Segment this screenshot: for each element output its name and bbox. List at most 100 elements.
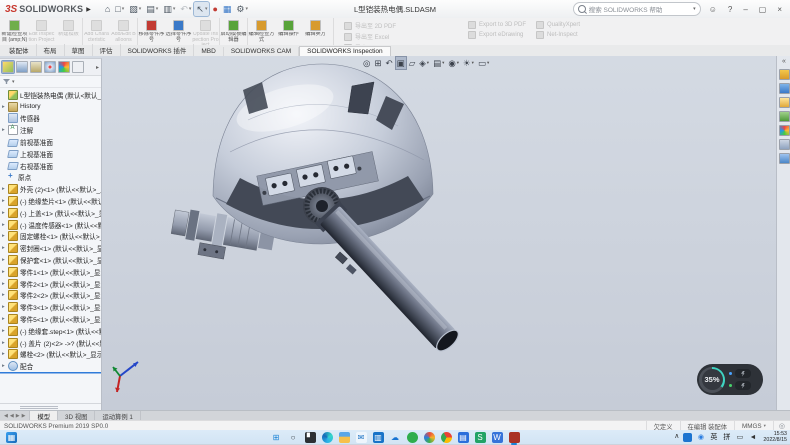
- taskbar-icon[interactable]: W: [492, 432, 503, 443]
- panel-tab[interactable]: [30, 61, 42, 73]
- headsup-tool[interactable]: ⊞ ▾: [373, 57, 382, 69]
- ribbon-button[interactable]: 启动模板编辑器: [220, 18, 248, 45]
- ribbon-button[interactable]: Add Characteristic: [83, 18, 110, 45]
- tree-item[interactable]: ▸ 配合: [0, 360, 101, 372]
- quick-access-button[interactable]: ⌂▾: [103, 2, 112, 16]
- quick-access-button[interactable]: □▾: [113, 2, 126, 16]
- panel-tab[interactable]: [72, 61, 84, 73]
- ribbon-tab[interactable]: 评估: [93, 44, 121, 56]
- taskbar-icon[interactable]: ☁: [390, 432, 401, 443]
- tray-icon[interactable]: ◉: [696, 433, 705, 442]
- headsup-tool[interactable]: ◈ ▾: [418, 57, 430, 69]
- collapse-chevron-icon[interactable]: «: [782, 58, 786, 66]
- tree-item[interactable]: ▸ 注解: [0, 124, 101, 136]
- login-user-icon[interactable]: ☺: [706, 5, 720, 14]
- tree-item[interactable]: ▸ (-) 绝缘垫片<1> (默认<<默认>_显: [0, 195, 101, 207]
- quick-access-button[interactable]: ↶▾: [178, 2, 193, 16]
- ribbon-button[interactable]: Edit Inspection Project: [28, 18, 55, 45]
- taskbar-clock[interactable]: 15:53 2022/8/15: [761, 431, 787, 443]
- tree-item[interactable]: ▸ 前视基准面: [0, 136, 101, 148]
- tab-scroll-arrow[interactable]: ◀: [10, 413, 14, 419]
- quick-access-button[interactable]: ▦▾: [221, 2, 234, 16]
- panel-tab[interactable]: [44, 61, 56, 73]
- tree-item[interactable]: ▸ 螺栓<2> (默认<<默认>_显示状态: [0, 349, 101, 361]
- battery-sub-button[interactable]: [735, 369, 751, 378]
- chevron-down-icon[interactable]: ▾: [764, 423, 766, 429]
- minimize-button[interactable]: –: [740, 5, 750, 14]
- help-button[interactable]: ?: [725, 5, 735, 14]
- quick-access-button[interactable]: ↖▾: [194, 2, 209, 16]
- ribbon-tab[interactable]: 草图: [65, 44, 93, 56]
- ribbon-button[interactable]: 编辑操作: [275, 18, 302, 45]
- export-item[interactable]: Export eDrawing: [468, 31, 526, 39]
- panel-tab[interactable]: [16, 61, 28, 73]
- quick-access-button[interactable]: ●▾: [210, 2, 219, 16]
- search-input[interactable]: 搜索 SOLIDWORKS 帮助 ▾: [573, 2, 701, 16]
- ribbon-tab[interactable]: 装配体: [2, 44, 37, 56]
- graphics-viewport[interactable]: ◎ ▾ ⊞ ▾ ↶ ▾ ▣ ▾ ▱ ▾ ◈ ▾ ▤ ▾ ◉ ▾ ☀ ▾ ▭ ▾: [0, 56, 790, 410]
- menu-flyout-icon[interactable]: ▶: [86, 6, 91, 13]
- panel-tab[interactable]: [58, 61, 70, 73]
- mouse-battery-widget[interactable]: 35%: [697, 364, 763, 395]
- tree-item[interactable]: ▸ 保护套<1> (默认<<默认>_显示状: [0, 254, 101, 266]
- headsup-tool[interactable]: ▣ ▾: [396, 57, 406, 69]
- task-pane-icon[interactable]: [779, 153, 790, 164]
- tree-root-item[interactable]: ▸ L型铠装热电偶 (默认<默认_显示状态-1: [0, 89, 101, 101]
- headsup-tool[interactable]: ◎ ▾: [362, 57, 371, 69]
- tray-chevron-icon[interactable]: ∧: [674, 430, 679, 444]
- chevron-down-icon[interactable]: ▾: [427, 60, 429, 66]
- task-pane-icon[interactable]: [779, 111, 790, 122]
- tree-item[interactable]: ▸ 零件3<1> (默认<<默认>_显示状态: [0, 301, 101, 313]
- ribbon-button[interactable]: 选择零件序号: [165, 18, 192, 45]
- ribbon-tab[interactable]: SOLIDWORKS 插件: [121, 44, 195, 56]
- tree-item[interactable]: ▸ 外壳 (2)<1> (默认<<默认>_显示状: [0, 183, 101, 195]
- task-pane-icon[interactable]: [779, 139, 790, 150]
- tree-item[interactable]: ▸ 原点: [0, 172, 101, 184]
- chevron-down-icon[interactable]: ▾: [442, 60, 444, 66]
- taskbar-icon[interactable]: [441, 432, 452, 443]
- export-item[interactable]: Export to 3D PDF: [468, 21, 526, 29]
- tree-item[interactable]: ▸ 零件2<2> (默认<<默认>_显示状态: [0, 290, 101, 302]
- task-pane-icon[interactable]: [779, 83, 790, 94]
- widgets-icon[interactable]: ▦: [6, 432, 17, 443]
- export-item[interactable]: 导出至 2D PDF: [344, 21, 458, 30]
- taskbar-icon[interactable]: S: [475, 432, 486, 443]
- ribbon-button[interactable]: 新建模板: [55, 18, 83, 45]
- headsup-tool[interactable]: ☀ ▾: [462, 57, 475, 69]
- tree-item[interactable]: ▸ 密封圈<1> (默认<<默认>_显示状: [0, 242, 101, 254]
- close-button[interactable]: ×: [774, 5, 785, 14]
- tree-item[interactable]: ▸ 传感器: [0, 113, 101, 125]
- chevron-down-icon[interactable]: ▾: [472, 60, 474, 66]
- ribbon-tab[interactable]: SOLIDWORKS Inspection: [299, 46, 391, 56]
- export-item[interactable]: QualityXpert: [536, 21, 580, 29]
- maximize-button[interactable]: ▢: [756, 5, 770, 14]
- ribbon-button[interactable]: Add/Edit Balloons: [110, 18, 138, 45]
- tab-scroll-arrow[interactable]: ◀: [4, 413, 8, 419]
- taskbar-icon[interactable]: ✉: [356, 432, 367, 443]
- task-pane-icon[interactable]: [779, 97, 790, 108]
- tree-item[interactable]: ▸ History: [0, 101, 101, 113]
- battery-sub-button[interactable]: [735, 381, 751, 390]
- task-pane-icon[interactable]: [779, 69, 790, 80]
- headsup-tool[interactable]: ◉ ▾: [447, 57, 460, 69]
- tree-item[interactable]: ▸ 固定螺栓<1> (默认<<默认>_显示: [0, 231, 101, 243]
- task-pane-icon[interactable]: [779, 125, 790, 136]
- tab-scroll-arrow[interactable]: ▶: [16, 413, 20, 419]
- taskbar-icon[interactable]: [509, 432, 520, 443]
- tray-icon[interactable]: ◄: [748, 433, 757, 442]
- headsup-tool[interactable]: ▤ ▾: [432, 57, 445, 69]
- chevron-down-icon[interactable]: ▾: [487, 60, 489, 66]
- tree-item[interactable]: ▸ (-) 盖片 (2)<2> ->? (默认<<默认>: [0, 337, 101, 349]
- headsup-tool[interactable]: ▱ ▾: [408, 57, 417, 69]
- taskbar-icon[interactable]: ▤: [458, 432, 469, 443]
- panel-tab[interactable]: [2, 61, 14, 73]
- quick-access-button[interactable]: ▧▾: [127, 2, 143, 16]
- tray-icon[interactable]: [683, 433, 692, 442]
- tray-icon[interactable]: 拼: [722, 433, 731, 442]
- ribbon-button[interactable]: Update Inspection Project: [192, 18, 220, 45]
- tray-icon[interactable]: 英: [709, 433, 718, 442]
- quick-access-button[interactable]: ⚙▾: [234, 2, 250, 16]
- ribbon-tab[interactable]: 布局: [37, 44, 65, 56]
- ribbon-button[interactable]: 新建检查项目 (amp;N): [1, 18, 28, 45]
- quick-access-button[interactable]: ▥▾: [161, 2, 177, 16]
